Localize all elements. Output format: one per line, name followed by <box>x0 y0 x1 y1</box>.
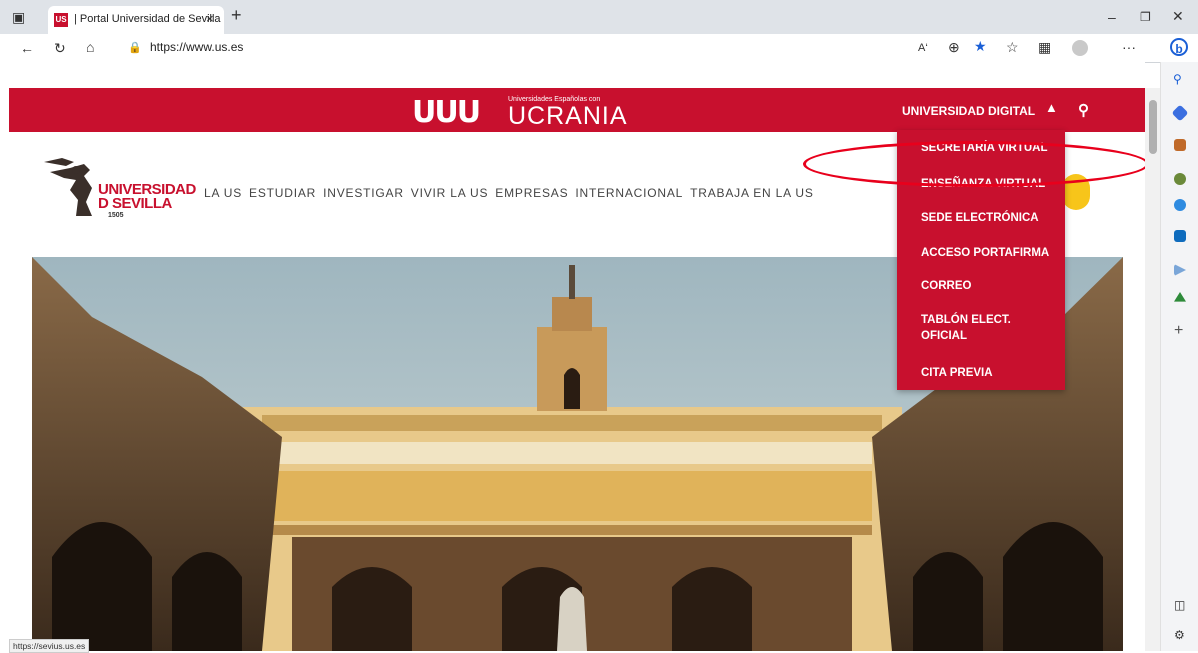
tab-title: | Portal Universidad de Sevilla <box>74 13 221 25</box>
logo-text-line2: D SEVILLA <box>98 195 172 212</box>
browser-titlebar: ▣ US | Portal Universidad de Sevilla × +… <box>0 0 1198 34</box>
universidad-digital-menu[interactable]: UNIVERSIDAD DIGITAL <box>902 104 1035 118</box>
highlight-ellipse <box>803 141 1149 187</box>
collections-icon[interactable]: ▦ <box>1038 40 1051 54</box>
close-window-icon[interactable]: ✕ <box>1172 9 1184 23</box>
browser-tab[interactable]: US | Portal Universidad de Sevilla × <box>48 6 224 34</box>
menu-item-acceso-portafirma[interactable]: ACCESO PORTAFIRMA <box>921 245 1051 261</box>
main-navigation: LA US ESTUDIAR INVESTIGAR VIVIR LA US EM… <box>204 186 814 200</box>
chevron-up-icon[interactable]: ▲ <box>1045 100 1058 115</box>
favorites-icon[interactable]: ☆ <box>1006 40 1019 54</box>
nav-item-estudiar[interactable]: ESTUDIAR <box>249 186 316 200</box>
favorite-star-icon[interactable]: ★ <box>974 39 987 53</box>
url-field[interactable]: https://www.us.es <box>150 40 243 54</box>
minimize-icon[interactable]: – <box>1108 10 1116 24</box>
tab-favicon-icon: US <box>54 13 68 27</box>
menu-item-tablon-elect-oficial[interactable]: TABLÓN ELECT. OFICIAL <box>921 312 1031 344</box>
tag-icon[interactable] <box>1171 104 1189 122</box>
more-menu-icon[interactable]: ··· <box>1122 40 1136 54</box>
bing-icon[interactable]: b <box>1170 38 1188 56</box>
sidebar-toggle-icon[interactable]: ◫ <box>1174 598 1185 612</box>
tree-icon[interactable] <box>1174 292 1186 302</box>
back-icon[interactable]: ← <box>20 41 34 55</box>
read-aloud-icon[interactable]: A‘ <box>918 41 928 55</box>
nav-item-internacional[interactable]: INTERNACIONAL <box>575 186 683 200</box>
sidebar-search-icon[interactable]: ⚲ <box>1173 72 1182 86</box>
tab-actions-icon[interactable]: ▣ <box>12 10 25 24</box>
restore-icon[interactable]: ❐ <box>1140 10 1151 24</box>
ucrania-logo-mark[interactable]: UUU <box>412 98 481 128</box>
nav-item-vivir-la-us[interactable]: VIVIR LA US <box>411 186 489 200</box>
menu-item-cita-previa[interactable]: CITA PREVIA <box>921 365 1051 381</box>
send-icon[interactable] <box>1174 264 1186 276</box>
nav-item-empresas[interactable]: EMPRESAS <box>495 186 568 200</box>
logo-year: 1505 <box>108 212 124 219</box>
menu-item-correo[interactable]: CORREO <box>921 278 1051 294</box>
add-icon[interactable]: + <box>1174 323 1183 339</box>
page-scrollbar[interactable] <box>1145 88 1160 651</box>
nav-item-la-us[interactable]: LA US <box>204 186 242 200</box>
browser-sidebar: ⚲ + ◫ ⚙ <box>1160 62 1198 651</box>
lock-icon[interactable]: 🔒 <box>128 41 142 55</box>
zoom-icon[interactable]: ⊕ <box>948 40 960 54</box>
menu-item-sede-electronica[interactable]: SEDE ELECTRÓNICA <box>921 210 1051 226</box>
nav-item-investigar[interactable]: INVESTIGAR <box>323 186 404 200</box>
scrollbar-thumb[interactable] <box>1149 100 1157 154</box>
office-icon[interactable] <box>1174 199 1186 211</box>
outlook-icon[interactable] <box>1174 230 1186 242</box>
refresh-icon[interactable]: ↻ <box>54 41 66 55</box>
briefcase-icon[interactable] <box>1174 139 1186 151</box>
tab-close-icon[interactable]: × <box>206 11 214 26</box>
home-icon[interactable]: ⌂ <box>86 40 94 54</box>
profile-avatar[interactable] <box>1072 40 1088 56</box>
ucrania-title[interactable]: UCRANIA <box>508 103 628 129</box>
nav-item-trabaja-en-la-us[interactable]: TRABAJA EN LA US <box>690 186 814 200</box>
search-icon[interactable]: ⚲ <box>1078 101 1089 119</box>
address-toolbar: ← ↻ ⌂ 🔒 https://www.us.es A‘ ⊕ ★ ☆ ▦ ···… <box>0 34 1198 63</box>
new-tab-button[interactable]: + <box>231 6 242 24</box>
people-icon[interactable] <box>1174 173 1186 185</box>
settings-gear-icon[interactable]: ⚙ <box>1174 628 1185 642</box>
